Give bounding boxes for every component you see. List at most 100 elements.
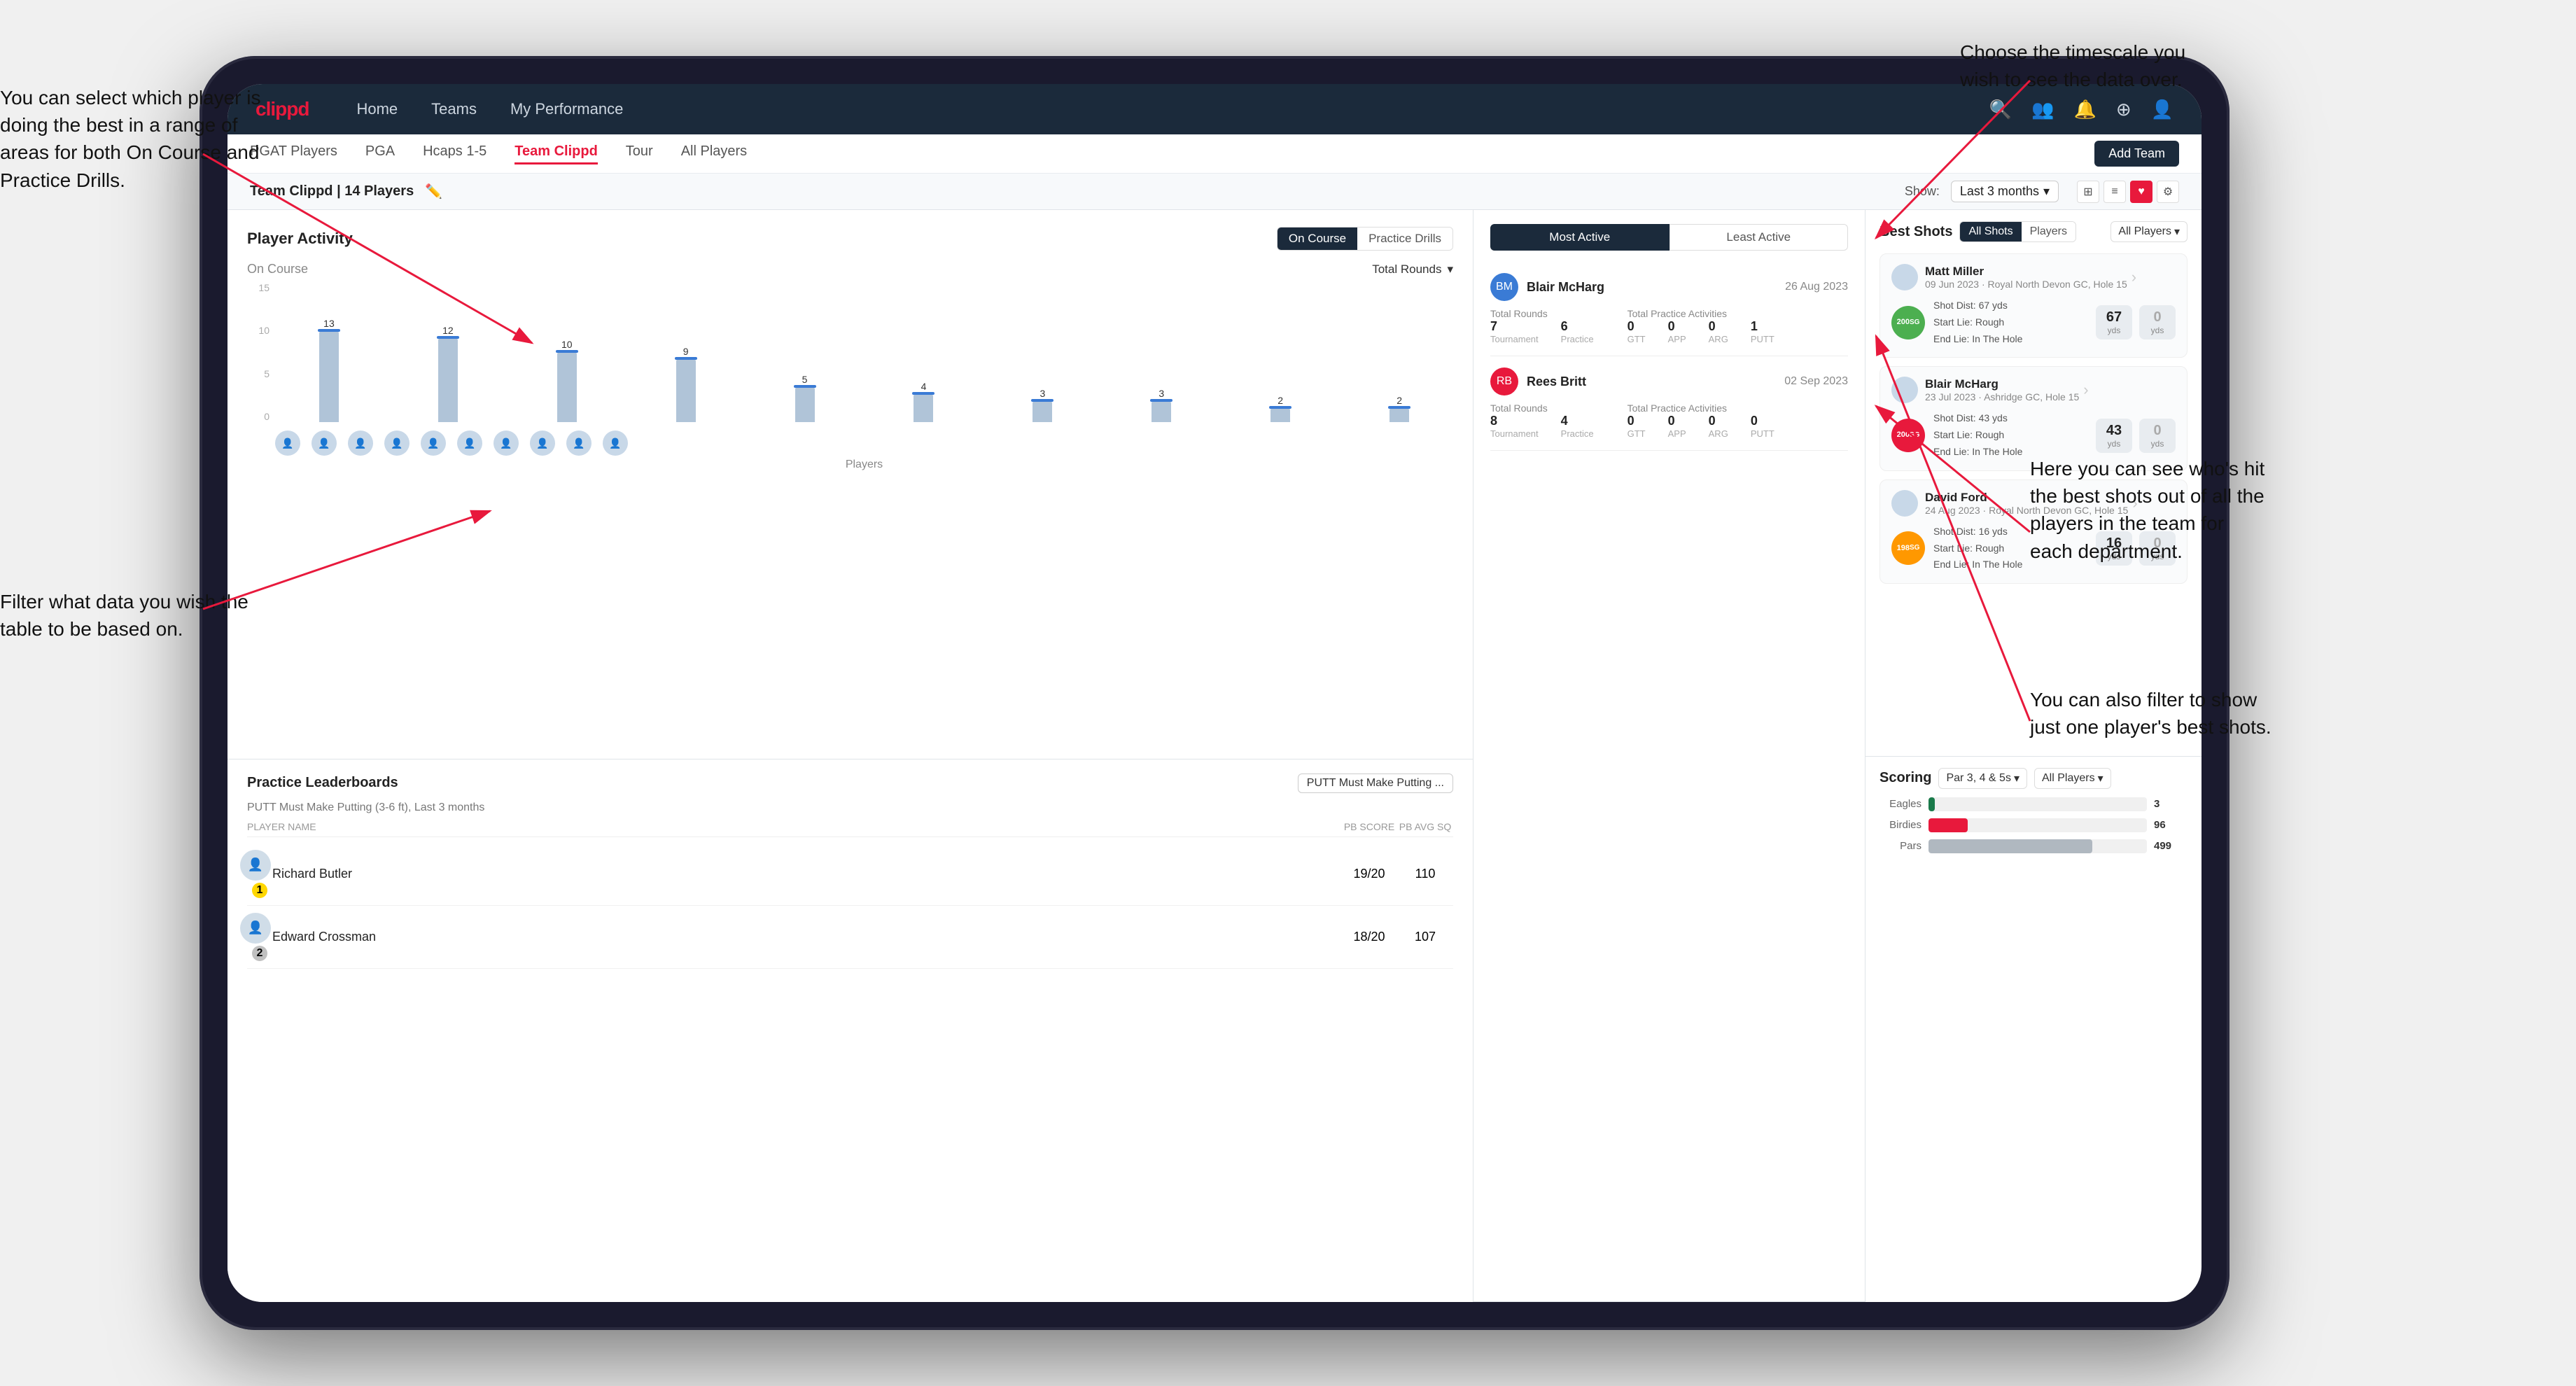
users-icon[interactable]: 👥: [2031, 99, 2054, 120]
col-player-name: PLAYER NAME: [247, 821, 1341, 832]
putt-2: 0: [1751, 414, 1774, 428]
tab-hcaps[interactable]: Hcaps 1-5: [423, 144, 486, 164]
scoring-row-birdies: Birdies 96: [1879, 818, 2188, 832]
practice-drills-toggle[interactable]: Practice Drills: [1357, 227, 1452, 250]
team-title: Team Clippd | 14 Players: [250, 183, 414, 200]
x-axis-label: Players: [247, 458, 1453, 471]
apc-date-1: 26 Aug 2023: [1785, 281, 1848, 293]
active-player-card-1: BM Blair McHarg 26 Aug 2023 Total Rounds…: [1490, 262, 1848, 356]
bar-e-crossman: 2: [1226, 395, 1334, 422]
sc-stats-1: 67 yds 0 yds: [2096, 305, 2176, 340]
nav-my-performance[interactable]: My Performance: [510, 100, 623, 118]
practice-dropdown[interactable]: PUTT Must Make Putting ...: [1298, 774, 1453, 793]
bar-r-butler: 3: [988, 388, 1096, 422]
par-filter[interactable]: Par 3, 4 & 5s ▾: [1938, 768, 2027, 789]
profile-icon[interactable]: 👤: [2151, 99, 2174, 120]
annotation-top-right: Choose the timescale you wish to see the…: [1960, 38, 2226, 93]
timescale-dropdown[interactable]: Last 3 months ▾: [1951, 181, 2059, 202]
putt-1: 1: [1751, 319, 1774, 334]
avatar-g-billingham: 👤: [457, 430, 482, 456]
chevron-right-icon[interactable]: ›: [2132, 268, 2136, 286]
edit-icon[interactable]: ✏️: [425, 183, 442, 200]
bar-j-coles: 9: [632, 346, 740, 422]
chevron-down-icon: ▾: [1447, 262, 1453, 276]
nav-logo: clippd: [255, 98, 309, 120]
avatar-d-ford: 👤: [348, 430, 373, 456]
list-view-icon[interactable]: ≡: [2104, 181, 2126, 203]
total-rounds-label-2: Total Rounds: [1490, 402, 1594, 414]
bar-b-mcharg: 13: [275, 318, 383, 422]
course-toggle-group: On Course Practice Drills: [1277, 227, 1453, 251]
apc-name-1: Blair McHarg: [1527, 280, 1785, 295]
y-axis: 15 10 5 0: [247, 282, 272, 422]
tab-tour[interactable]: Tour: [626, 144, 653, 164]
tab-pga[interactable]: PGA: [365, 144, 395, 164]
sc-meta-1: 09 Jun 2023 · Royal North Devon GC, Hole…: [1925, 279, 2127, 290]
sc-dist-2: 43 yds: [2096, 419, 2132, 453]
lb-score-2: 18/20: [1341, 930, 1397, 944]
lb-row-1[interactable]: 👤 1 Richard Butler 19/20 110: [247, 843, 1453, 906]
scoring-row-pars: Pars 499: [1879, 839, 2188, 853]
scoring-header: Scoring Par 3, 4 & 5s ▾ All Players ▾: [1879, 768, 2188, 789]
avatar-e-ebert: 👤: [421, 430, 446, 456]
total-rounds-label-1: Total Rounds: [1490, 308, 1594, 319]
tab-all-players[interactable]: All Players: [681, 144, 747, 164]
lb-column-headers: PLAYER NAME PB SCORE PB AVG SQ: [247, 821, 1453, 837]
apc-avatar-2: RB: [1490, 368, 1518, 396]
best-shots-title: Best Shots: [1879, 224, 1952, 240]
chart-area: On Course Total Rounds ▾ 15 10: [247, 262, 1453, 471]
add-team-button[interactable]: Add Team: [2094, 141, 2179, 167]
chevron-right-icon[interactable]: ›: [2083, 381, 2088, 399]
arg-2: 0: [1709, 414, 1728, 428]
sc-player-2: Blair McHarg: [1925, 377, 2079, 391]
settings-view-icon[interactable]: ⚙: [2157, 181, 2179, 203]
chevron-down-icon: ▾: [2014, 771, 2019, 785]
arg-1: 0: [1709, 319, 1728, 334]
plus-circle-icon[interactable]: ⊕: [2116, 99, 2132, 120]
tablet-frame: clippd Home Teams My Performance 🔍 👥 🔔 ⊕…: [200, 56, 2230, 1330]
lb-row-2[interactable]: 👤 2 Edward Crossman 18/20 107: [247, 906, 1453, 969]
team-bar: Team Clippd | 14 Players ✏️ Show: Last 3…: [227, 174, 2202, 210]
eagles-value: 3: [2154, 798, 2188, 810]
apc-stats-1: Total Rounds 7 Tournament 6 Practice: [1490, 308, 1848, 344]
scoring-title: Scoring: [1879, 770, 1931, 786]
most-active-tab[interactable]: Most Active: [1490, 224, 1670, 251]
scoring-panel: Scoring Par 3, 4 & 5s ▾ All Players ▾: [1865, 757, 2202, 1303]
show-label: Show:: [1905, 184, 1940, 199]
app-1: 0: [1668, 319, 1686, 334]
least-active-tab[interactable]: Least Active: [1670, 224, 1849, 251]
shot-card-1[interactable]: Matt Miller 09 Jun 2023 · Royal North De…: [1879, 253, 2188, 358]
grid-view-icon[interactable]: ⊞: [2077, 181, 2099, 203]
scoring-row-eagles: Eagles 3: [1879, 797, 2188, 811]
lb-name-1: Richard Butler: [272, 867, 1341, 881]
tab-pgat-players[interactable]: PGAT Players: [250, 144, 337, 164]
sc-meta-2: 23 Jul 2023 · Ashridge GC, Hole 15: [1925, 391, 2079, 402]
on-course-toggle[interactable]: On Course: [1278, 227, 1357, 250]
nav-home[interactable]: Home: [356, 100, 398, 118]
middle-panel: Most Active Least Active BM Blair McHarg…: [1474, 210, 1865, 1302]
active-player-card-2: RB Rees Britt 02 Sep 2023 Total Rounds 8: [1490, 356, 1848, 451]
bar-m-miller: 3: [1107, 388, 1215, 422]
bell-icon[interactable]: 🔔: [2073, 99, 2096, 120]
search-icon[interactable]: 🔍: [1989, 99, 2012, 120]
all-players-filter[interactable]: All Players ▾: [2110, 221, 2188, 242]
nav-teams[interactable]: Teams: [431, 100, 477, 118]
app-2: 0: [1668, 414, 1686, 428]
lb-medal-2: 2: [252, 946, 267, 961]
player-activity-title: Player Activity: [247, 230, 1277, 248]
players-tab[interactable]: Players: [2022, 222, 2076, 241]
chart-subtitle: On Course: [247, 262, 1372, 276]
all-players-scoring-filter[interactable]: All Players ▾: [2034, 768, 2111, 789]
heart-view-icon[interactable]: ♥: [2130, 181, 2152, 203]
total-practice-label-2: Total Practice Activities: [1628, 402, 1774, 414]
gtt-1: 0: [1628, 319, 1646, 334]
all-shots-tab[interactable]: All Shots: [1960, 222, 2021, 241]
col-pb-avg: PB AVG SQ: [1397, 821, 1453, 832]
chart-filter-dropdown[interactable]: Total Rounds ▾: [1372, 262, 1453, 276]
sc-info-2: Shot Dist: 43 yds Start Lie: Rough End L…: [1933, 410, 2087, 460]
tab-team-clippd[interactable]: Team Clippd: [514, 144, 598, 164]
shots-tab-group: All Shots Players: [1959, 221, 2076, 242]
sc-badge-1: 200SG: [1891, 306, 1925, 340]
bar-chart: 15 10 5 0 13: [247, 282, 1453, 422]
main-content: Player Activity On Course Practice Drill…: [227, 210, 2202, 1302]
